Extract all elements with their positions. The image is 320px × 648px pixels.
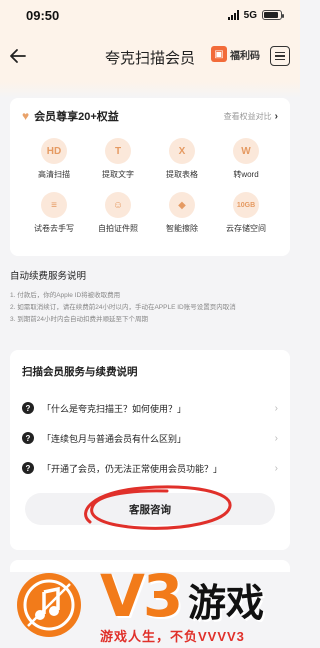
gift-icon: ▣ xyxy=(211,46,227,62)
status-bar: 09:50 5G xyxy=(0,0,300,30)
status-time: 09:50 xyxy=(26,7,60,23)
benefit-item[interactable]: W 转word xyxy=(214,138,278,180)
benefit-grid: HD 高清扫描 T 提取文字 X 提取表格 W 转word ≡ 试卷去手写 ☺ … xyxy=(22,138,278,234)
benefit-label: 自拍证件照 xyxy=(98,224,138,233)
table-extract-icon: X xyxy=(169,138,195,164)
heart-icon: ♥ xyxy=(22,109,30,123)
benefit-label: 高清扫描 xyxy=(38,170,70,179)
watermark-brand: V3 xyxy=(100,562,183,630)
question-icon: ? xyxy=(22,402,34,414)
gift-code-button[interactable]: ▣ 福利码 xyxy=(211,46,260,62)
benefits-card: ♥ 会员尊享20+权益 查看权益对比 › HD 高清扫描 T 提取文字 X 提取… xyxy=(10,98,290,256)
exam-icon: ≡ xyxy=(41,192,67,218)
word-convert-icon: W xyxy=(233,138,259,164)
auto-renew-item: 3. 到期前24小时内会自动扣费并顺延至下个周期 xyxy=(10,316,148,323)
question-icon: ? xyxy=(22,462,34,474)
compare-benefits-link[interactable]: 查看权益对比 › xyxy=(224,111,278,122)
network-type: 5G xyxy=(243,9,257,21)
chevron-right-icon: › xyxy=(274,402,278,414)
chevron-right-icon: › xyxy=(274,462,278,474)
watermark-slogan: 游戏人生，不负VVVV3 xyxy=(100,629,245,644)
benefit-label: 试卷去手写 xyxy=(34,224,74,233)
faq-question: 「开通了会员，仍无法正常使用会员功能？」 xyxy=(42,463,223,474)
auto-renew-item: 1. 付款后，你的Apple ID将被收取费用 xyxy=(10,292,121,299)
benefit-label: 智能擦除 xyxy=(166,224,198,233)
benefit-label: 转word xyxy=(233,170,259,179)
benefit-item[interactable]: HD 高清扫描 xyxy=(22,138,86,180)
auto-renew-info: 自动续费服务说明 1. 付款后，你的Apple ID将被收取费用 2. 如需取消… xyxy=(10,268,294,326)
chevron-right-icon: › xyxy=(274,110,278,122)
benefit-item[interactable]: ◆ 智能擦除 xyxy=(150,192,214,234)
benefits-title-text: 会员尊享20+权益 xyxy=(34,111,119,123)
hd-scan-icon: HD xyxy=(41,138,67,164)
faq-item[interactable]: ? 「什么是夸克扫描王？如何使用？」 › xyxy=(22,393,278,423)
back-arrow-icon xyxy=(10,49,26,63)
faq-item[interactable]: ? 「连续包月与普通会员有什么区别」 › xyxy=(22,423,278,453)
question-icon: ? xyxy=(22,432,34,444)
benefit-item[interactable]: T 提取文字 xyxy=(86,138,150,180)
v3-logo-icon xyxy=(17,573,81,637)
faq-title: 扫描会员服务与续费说明 xyxy=(22,366,138,378)
auto-renew-title: 自动续费服务说明 xyxy=(10,271,87,282)
text-extract-icon: T xyxy=(105,138,131,164)
id-photo-icon: ☺ xyxy=(105,192,131,218)
back-button[interactable] xyxy=(6,44,30,68)
benefit-label: 提取文字 xyxy=(102,170,134,179)
signal-icon xyxy=(227,10,239,20)
faq-question: 「什么是夸克扫描王？如何使用？」 xyxy=(42,403,187,414)
gift-code-label: 福利码 xyxy=(230,50,260,62)
faq-item[interactable]: ? 「开通了会员，仍无法正常使用会员功能？」 › xyxy=(22,453,278,483)
benefit-item[interactable]: ☺ 自拍证件照 xyxy=(86,192,150,234)
benefit-item[interactable]: 10GB 云存储空间 xyxy=(214,192,278,234)
compare-benefits-label: 查看权益对比 xyxy=(223,111,272,121)
nav-bar: 夸克扫描会员 ▣ 福利码 xyxy=(0,30,300,82)
faq-card: 扫描会员服务与续费说明 ? 「什么是夸克扫描王？如何使用？」 › ? 「连续包月… xyxy=(10,350,290,550)
status-indicators: 5G xyxy=(227,9,284,21)
bottom-card xyxy=(10,560,290,572)
watermark-game: 游戏 xyxy=(188,583,265,625)
benefit-item[interactable]: X 提取表格 xyxy=(150,138,214,180)
auto-renew-item: 2. 如需取消续订，请在续费前24小时以内，手动在APPLE ID账号设置页内取… xyxy=(10,304,236,311)
benefit-label: 提取表格 xyxy=(166,170,198,179)
faq-question: 「连续包月与普通会员有什么区别」 xyxy=(42,433,187,444)
cloud-storage-icon: 10GB xyxy=(233,192,259,218)
battery-icon xyxy=(262,10,284,20)
header-gradient xyxy=(0,82,300,98)
eraser-icon: ◆ xyxy=(169,192,195,218)
benefit-item[interactable]: ≡ 试卷去手写 xyxy=(22,192,86,234)
menu-icon[interactable] xyxy=(270,46,290,66)
chevron-right-icon: › xyxy=(274,432,278,444)
watermark: V3 游戏 游戏人生，不负VVVV3 xyxy=(0,560,300,648)
benefits-title: ♥ 会员尊享20+权益 xyxy=(22,108,119,124)
battery-level xyxy=(264,12,278,18)
customer-service-button[interactable]: 客服咨询 xyxy=(25,493,275,525)
benefit-label: 云存储空间 xyxy=(226,224,266,233)
